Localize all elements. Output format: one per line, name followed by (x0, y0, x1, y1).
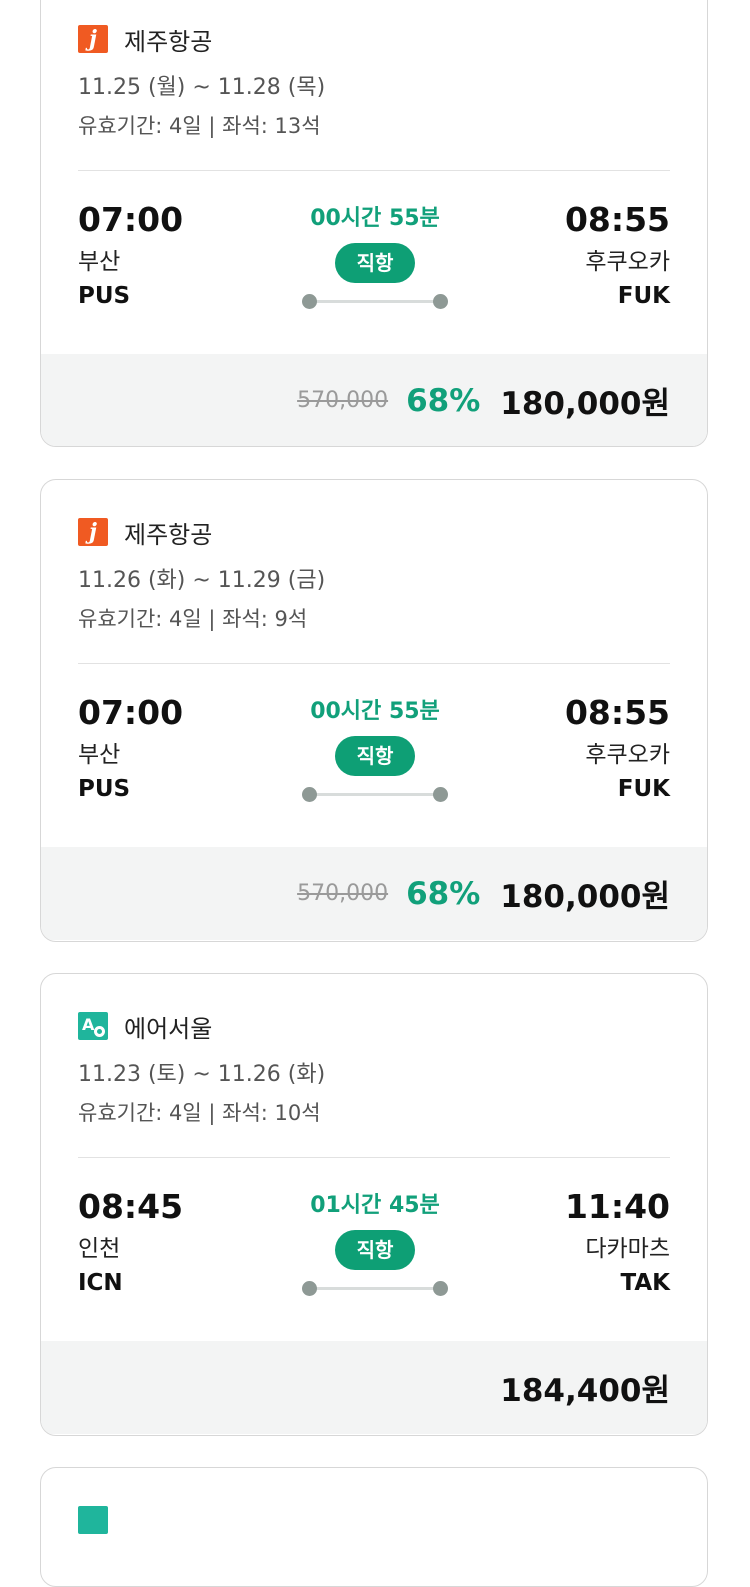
route-info: 07:00 부산 PUS 00시간 55분 직항 08:55 후쿠오카 FUK (78, 171, 670, 354)
validity-seats: 유효기간: 4일 | 좌석: 13석 (78, 114, 321, 138)
departure-city: 인천 (78, 1236, 121, 1262)
final-price: 180,000원 (500, 386, 670, 422)
original-price: 570,000 (297, 881, 389, 906)
flight-duration-block: 00시간 55분 직항 (300, 205, 450, 309)
route-line (308, 1287, 442, 1290)
departure-city: 부산 (78, 742, 121, 768)
airline-row: j 제주항공 (78, 24, 670, 56)
validity-seats: 유효기간: 4일 | 좌석: 9석 (78, 607, 308, 631)
final-price: 184,400원 (500, 1373, 670, 1409)
airline-row: A 에어서울 (78, 1011, 670, 1043)
direct-flight-badge: 직항 (335, 736, 415, 776)
discount-rate: 68% (406, 382, 481, 419)
route-info: 08:45 인천 ICN 01시간 45분 직항 11:40 다카마츠 TAK (78, 1158, 670, 1341)
arrival-city: 다카마츠 (585, 1236, 670, 1262)
route-info: 07:00 부산 PUS 00시간 55분 직항 08:55 후쿠오카 FUK (78, 664, 670, 847)
departure-code: ICN (78, 1270, 123, 1296)
origin-dot-icon (302, 1281, 317, 1296)
departure-time: 08:45 (78, 1187, 184, 1226)
flight-card[interactable]: j 제주항공 11.25 (월) ~ 11.28 (목) 유효기간: 4일 | … (40, 0, 708, 447)
jeju-air-logo-icon: j (78, 25, 108, 53)
airline-name: 제주항공 (124, 520, 213, 549)
route-line (308, 793, 442, 796)
price-bar: 570,000 68% 180,000원 (41, 847, 707, 940)
flight-card[interactable] (40, 1467, 708, 1587)
flight-duration-block: 01시간 45분 직항 (300, 1192, 450, 1296)
arrival: 08:55 후쿠오카 FUK (565, 693, 670, 803)
airline-name: 제주항공 (124, 27, 213, 56)
jeju-air-logo-icon: j (78, 518, 108, 546)
flight-duration-block: 00시간 55분 직항 (300, 698, 450, 802)
arrival-time: 08:55 (564, 693, 670, 732)
travel-dates: 11.26 (화) ~ 11.29 (금) (78, 568, 326, 593)
route-track (302, 787, 448, 802)
departure: 08:45 인천 ICN (78, 1187, 183, 1297)
arrival-time: 11:40 (564, 1187, 670, 1226)
destination-dot-icon (433, 1281, 448, 1296)
original-price: 570,000 (297, 388, 389, 413)
flight-card[interactable]: A 에어서울 11.23 (토) ~ 11.26 (화) 유효기간: 4일 | … (40, 973, 708, 1436)
route-line (308, 300, 442, 303)
airline-row: j 제주항공 (78, 517, 670, 549)
flight-duration: 01시간 45분 (310, 1193, 440, 1218)
price-bar: 570,000 68% 180,000원 (41, 354, 707, 446)
origin-dot-icon (302, 787, 317, 802)
arrival-code: FUK (617, 283, 670, 309)
final-price: 180,000원 (500, 879, 670, 915)
arrival-city: 후쿠오카 (585, 249, 670, 275)
air-seoul-logo-icon: A (78, 1012, 108, 1040)
departure-city: 부산 (78, 249, 121, 275)
flight-duration: 00시간 55분 (310, 206, 440, 231)
travel-dates: 11.25 (월) ~ 11.28 (목) (78, 75, 326, 100)
arrival-time: 08:55 (564, 200, 670, 239)
arrival-code: FUK (617, 776, 670, 802)
departure: 07:00 부산 PUS (78, 693, 183, 803)
arrival: 11:40 다카마츠 TAK (565, 1187, 670, 1297)
direct-flight-badge: 직항 (335, 1230, 415, 1270)
departure: 07:00 부산 PUS (78, 200, 183, 310)
air-seoul-logo-icon (78, 1506, 108, 1534)
arrival-code: TAK (620, 1270, 670, 1296)
flight-duration: 00시간 55분 (310, 699, 440, 724)
departure-code: PUS (78, 283, 131, 309)
validity-seats: 유효기간: 4일 | 좌석: 10석 (78, 1101, 321, 1125)
flight-card[interactable]: j 제주항공 11.26 (화) ~ 11.29 (금) 유효기간: 4일 | … (40, 479, 708, 942)
airline-name: 에어서울 (124, 1014, 213, 1043)
arrival-city: 후쿠오카 (585, 742, 670, 768)
price-bar: 184,400원 (41, 1341, 707, 1434)
departure-time: 07:00 (78, 200, 184, 239)
travel-dates: 11.23 (토) ~ 11.26 (화) (78, 1062, 326, 1087)
discount-rate: 68% (406, 875, 481, 912)
direct-flight-badge: 직항 (335, 243, 415, 283)
departure-code: PUS (78, 776, 131, 802)
route-track (302, 1281, 448, 1296)
departure-time: 07:00 (78, 693, 184, 732)
route-track (302, 294, 448, 309)
destination-dot-icon (433, 294, 448, 309)
origin-dot-icon (302, 294, 317, 309)
destination-dot-icon (433, 787, 448, 802)
arrival: 08:55 후쿠오카 FUK (565, 200, 670, 310)
